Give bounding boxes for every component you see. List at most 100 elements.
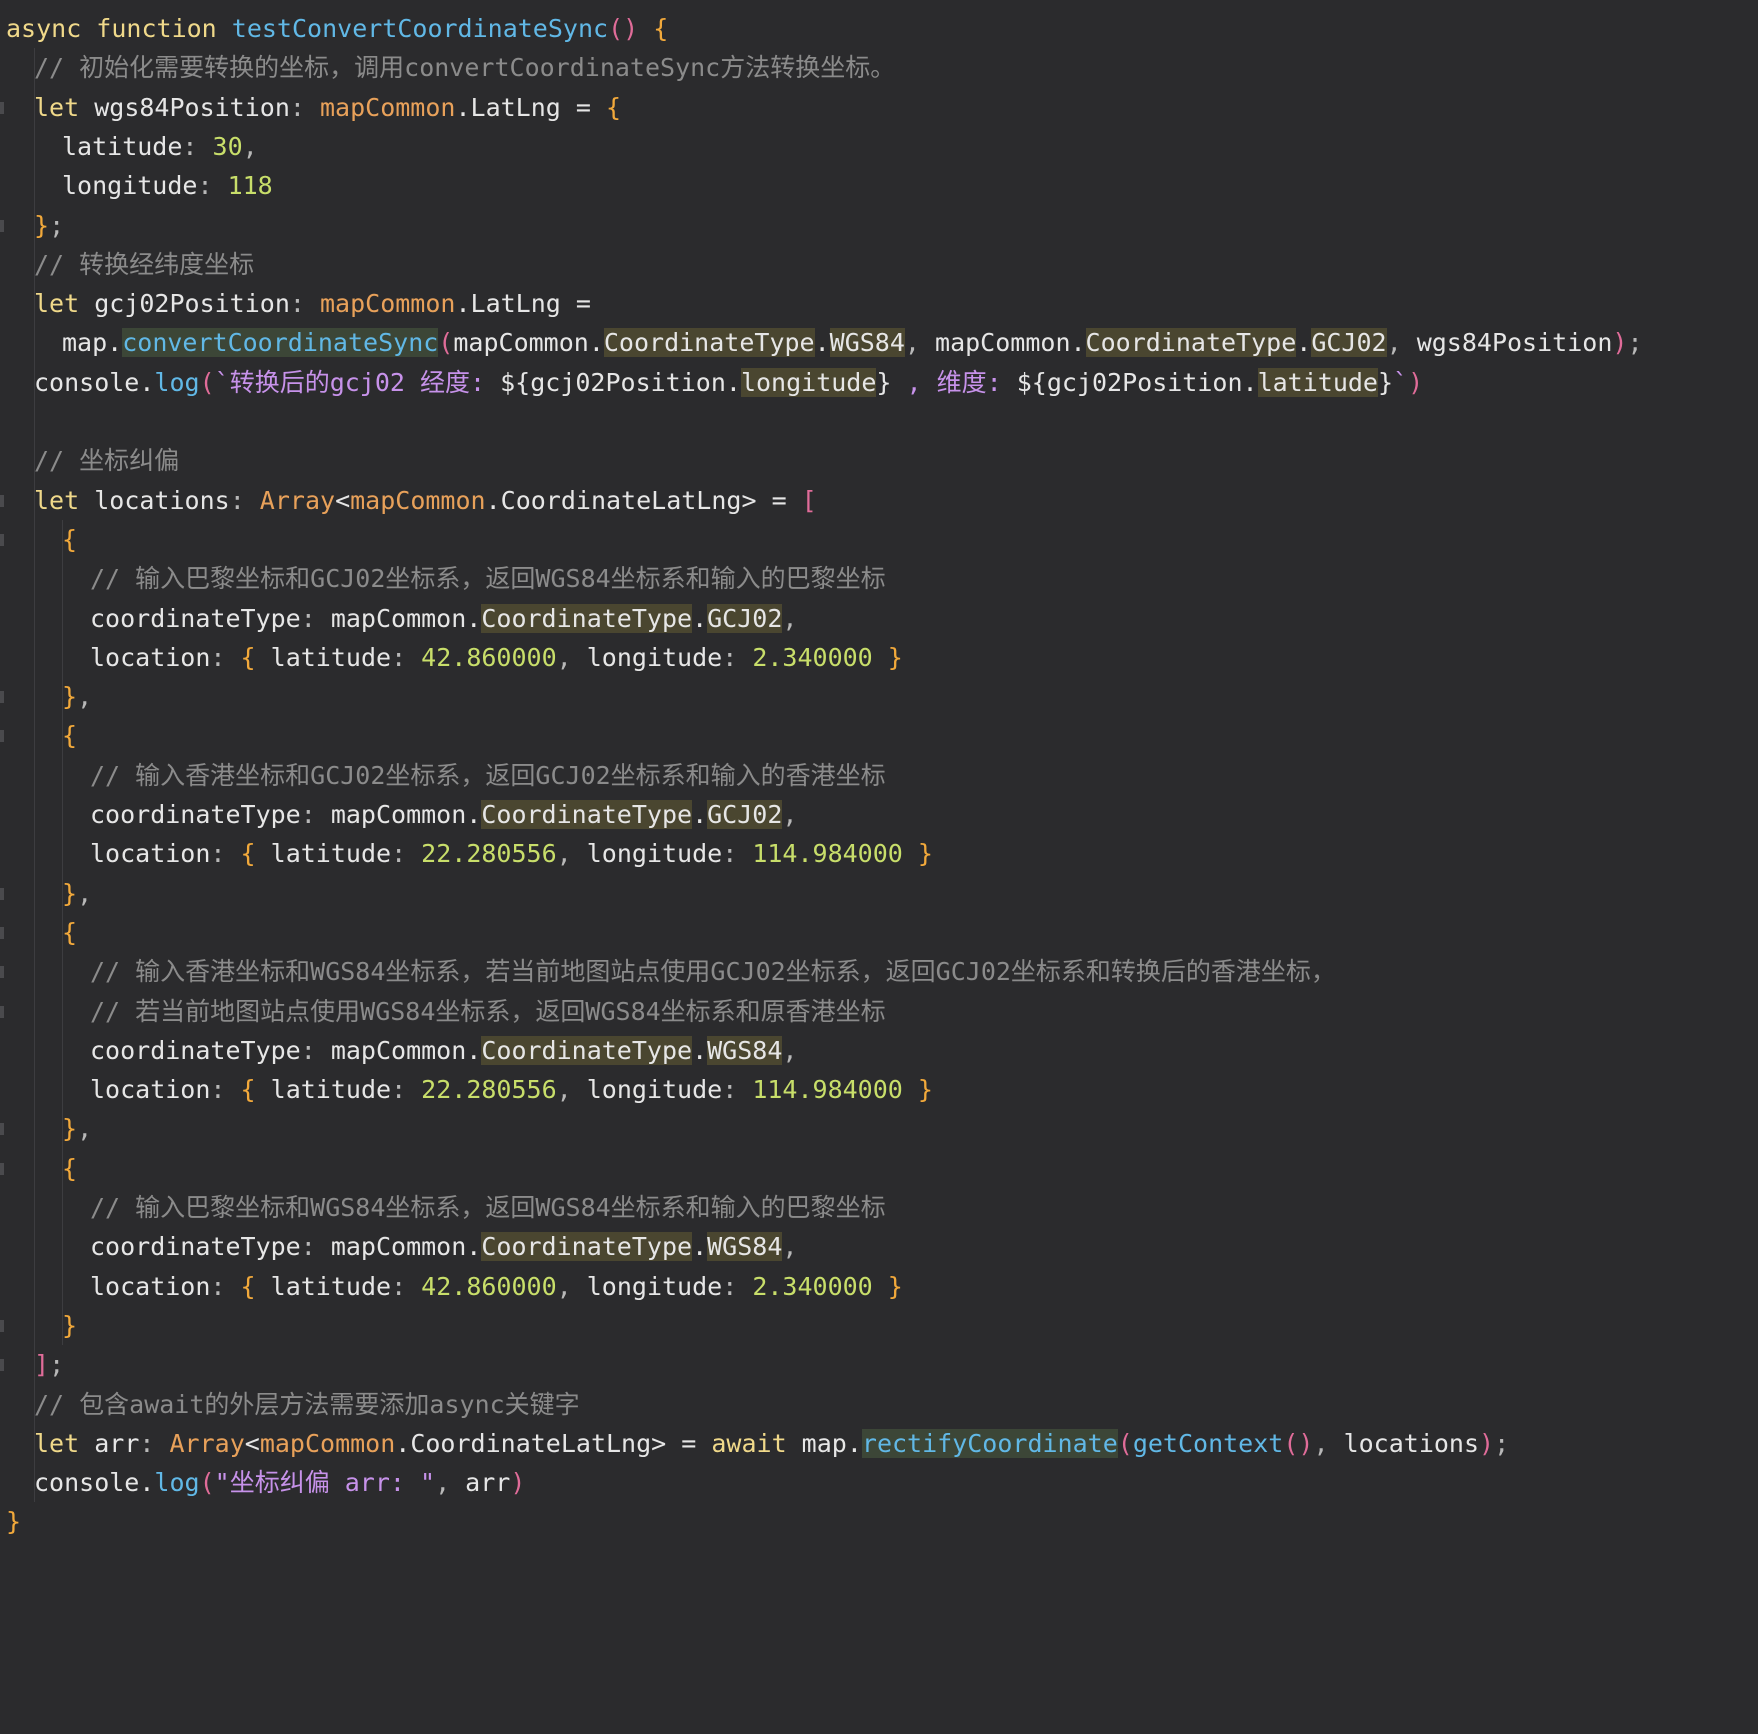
code-token: gcj02Position (94, 289, 290, 319)
fold-marker-icon[interactable] (0, 219, 4, 232)
code-token: { (653, 14, 669, 43)
code-text: // 初始化需要转换的坐标，调用convertCoordinateSync方法转… (34, 46, 895, 90)
code-text: // 坐标纠偏 (34, 439, 179, 483)
code-line[interactable]: // 坐标纠偏 (0, 439, 1758, 483)
code-token: : (182, 131, 213, 161)
code-token: ( (199, 367, 215, 397)
fold-marker-icon[interactable] (0, 1005, 4, 1018)
code-line[interactable]: coordinateType: mapCommon.CoordinateType… (0, 1225, 1758, 1269)
code-line[interactable]: } (0, 1304, 1758, 1348)
code-text: }, (62, 675, 92, 719)
code-token: "坐标纠偏 arr: " (214, 1468, 436, 1498)
code-line[interactable]: location: { latitude: 42.860000, longitu… (0, 636, 1758, 680)
code-token: ) (510, 1468, 526, 1498)
code-token: 22.280556 (421, 1075, 557, 1105)
code-line[interactable]: location: { latitude: 22.280556, longitu… (0, 832, 1758, 876)
code-line[interactable]: { (0, 518, 1758, 562)
code-text: { (62, 518, 77, 562)
code-line[interactable]: longitude: 118 (0, 164, 1758, 208)
code-token: { (62, 1153, 78, 1183)
code-text: }, (62, 1107, 92, 1151)
code-token: // 输入香港坐标和WGS84坐标系，若当前地图站点使用GCJ02坐标系，返回G… (90, 957, 1336, 987)
code-line[interactable]: }; (0, 204, 1758, 248)
code-token: : (289, 92, 320, 122)
code-token: { (240, 1075, 271, 1105)
code-token: coordinateType (90, 800, 301, 829)
code-line[interactable]: } (0, 1500, 1758, 1544)
code-line[interactable]: ]; (0, 1343, 1758, 1387)
code-token: 114.984000 (752, 1075, 903, 1105)
code-text: let wgs84Position: mapCommon.LatLng = { (34, 86, 621, 130)
code-line[interactable]: coordinateType: mapCommon.CoordinateType… (0, 1029, 1758, 1073)
code-line[interactable]: { (0, 911, 1758, 955)
code-token: , (1313, 1428, 1344, 1458)
code-token: ; (49, 1350, 65, 1380)
code-line[interactable]: location: { latitude: 42.860000, longitu… (0, 1265, 1758, 1309)
code-line[interactable]: { (0, 1147, 1758, 1191)
fold-marker-icon[interactable] (0, 1162, 4, 1175)
fold-marker-icon[interactable] (0, 926, 4, 939)
code-token: < (335, 485, 351, 515)
code-line[interactable]: coordinateType: mapCommon.CoordinateType… (0, 597, 1758, 641)
code-token: arr (94, 1428, 140, 1458)
code-line[interactable]: }, (0, 1107, 1758, 1151)
code-token: mapCommon. (330, 800, 482, 829)
code-token: coordinateType (90, 1232, 301, 1262)
code-token: CoordinateType (481, 1232, 693, 1262)
code-token: longitude (740, 367, 877, 397)
fold-marker-icon[interactable] (0, 966, 4, 979)
fold-marker-icon[interactable] (0, 730, 4, 743)
code-token: let (34, 92, 95, 122)
code-line[interactable] (0, 400, 1758, 444)
code-line[interactable]: // 输入巴黎坐标和GCJ02坐标系，返回WGS84坐标系和输入的巴黎坐标 (0, 557, 1758, 601)
code-line[interactable]: // 输入巴黎坐标和WGS84坐标系，返回WGS84坐标系和输入的巴黎坐标 (0, 1186, 1758, 1230)
code-token: mapCommon (259, 1428, 396, 1458)
code-line[interactable]: async function testConvertCoordinateSync… (0, 7, 1758, 51)
code-line[interactable]: // 包含await的外层方法需要添加async关键字 (0, 1383, 1758, 1427)
code-token: locations (94, 485, 230, 515)
fold-marker-icon[interactable] (0, 1359, 4, 1372)
code-token: . (692, 1232, 708, 1262)
code-token: console. (34, 1468, 155, 1498)
fold-marker-icon[interactable] (0, 101, 4, 114)
fold-marker-icon[interactable] (0, 1319, 4, 1332)
code-line[interactable]: console.log(`转换后的gcj02 经度: ${gcj02Positi… (0, 361, 1758, 405)
code-token: [ (801, 485, 817, 515)
code-line[interactable]: // 输入香港坐标和WGS84坐标系，若当前地图站点使用GCJ02坐标系，返回G… (0, 950, 1758, 994)
code-token: : (300, 1035, 331, 1065)
code-token: 2.340000 (752, 642, 873, 672)
code-line[interactable]: let gcj02Position: mapCommon.LatLng = (0, 282, 1758, 326)
code-token: } (872, 642, 903, 672)
fold-marker-icon[interactable] (0, 533, 4, 546)
fold-marker-icon[interactable] (0, 494, 4, 507)
code-line[interactable]: latitude: 30, (0, 125, 1758, 169)
fold-marker-icon[interactable] (0, 691, 4, 704)
code-token: } (62, 1310, 78, 1340)
code-token: 114.984000 (752, 839, 903, 869)
code-token: , (782, 800, 798, 829)
code-text: coordinateType: mapCommon.CoordinateType… (90, 597, 797, 641)
code-line[interactable]: console.log("坐标纠偏 arr: ", arr) (0, 1461, 1758, 1505)
code-token: : (210, 642, 241, 672)
fold-marker-icon[interactable] (0, 1123, 4, 1136)
code-token: GCJ02 (1311, 328, 1387, 358)
code-line[interactable]: // 初始化需要转换的坐标，调用convertCoordinateSync方法转… (0, 46, 1758, 90)
fold-marker-icon[interactable] (0, 887, 4, 900)
code-line[interactable]: coordinateType: mapCommon.CoordinateType… (0, 793, 1758, 837)
code-token: } (62, 682, 78, 712)
code-line[interactable]: let arr: Array<mapCommon.CoordinateLatLn… (0, 1422, 1758, 1466)
code-line[interactable]: let locations: Array<mapCommon.Coordinat… (0, 479, 1758, 523)
code-token: location (90, 1075, 211, 1105)
code-token: . (1296, 328, 1312, 358)
code-line[interactable]: let wgs84Position: mapCommon.LatLng = { (0, 86, 1758, 130)
code-line[interactable]: map.convertCoordinateSync(mapCommon.Coor… (0, 321, 1758, 365)
code-token: .CoordinateLatLng> = (395, 1428, 712, 1458)
code-editor[interactable]: async function testConvertCoordinateSync… (0, 0, 1758, 1734)
code-line[interactable]: // 输入香港坐标和GCJ02坐标系，返回GCJ02坐标系和输入的香港坐标 (0, 754, 1758, 798)
code-line[interactable]: }, (0, 872, 1758, 916)
code-line[interactable]: }, (0, 675, 1758, 719)
code-line[interactable]: { (0, 714, 1758, 758)
code-line[interactable]: // 转换经纬度坐标 (0, 243, 1758, 287)
code-line[interactable]: // 若当前地图站点使用WGS84坐标系，返回WGS84坐标系和原香港坐标 (0, 990, 1758, 1034)
code-line[interactable]: location: { latitude: 22.280556, longitu… (0, 1068, 1758, 1112)
